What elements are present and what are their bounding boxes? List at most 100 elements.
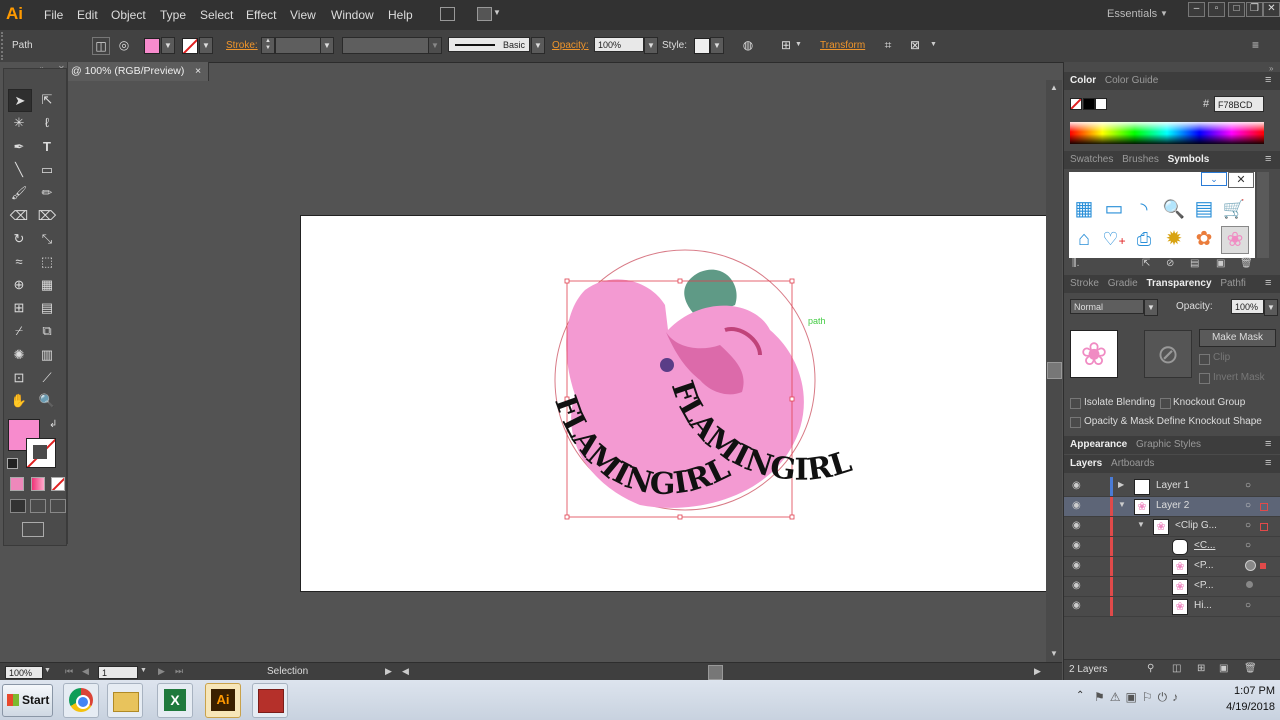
color-mode-icon[interactable] — [10, 477, 24, 491]
draw-inside-icon[interactable] — [50, 499, 66, 513]
explorer-taskbar-button[interactable] — [107, 683, 143, 718]
delete-layer-icon[interactable]: 🗑 — [1244, 663, 1257, 674]
selection-indicator[interactable] — [1260, 503, 1268, 511]
symbols-panel-menu-icon[interactable]: ≡ — [1265, 153, 1271, 165]
layer-name[interactable]: Hi... — [1194, 600, 1212, 611]
opacity-dropdown-icon[interactable]: ▼ — [644, 37, 658, 54]
target-filled-circle-icon[interactable] — [1245, 560, 1256, 571]
visibility-eye-icon[interactable]: ◉ — [1072, 480, 1081, 491]
mask-thumbnail-icon[interactable]: ⊘ — [1144, 330, 1192, 378]
symbol-options-icon[interactable]: ▤ — [1190, 258, 1199, 269]
variable-width-profile[interactable] — [342, 37, 430, 54]
workspace-dropdown-icon[interactable]: ▼ — [1160, 9, 1168, 18]
fill-dropdown-icon[interactable]: ▼ — [161, 37, 175, 54]
layer-row[interactable]: ◉ ▼ ❀ <Clip G... ○ — [1064, 517, 1280, 537]
tab-color-guide[interactable]: Color Guide — [1105, 75, 1158, 86]
vertical-scrollbar[interactable]: ▲ ▼ — [1046, 80, 1062, 662]
tab-artboards[interactable]: Artboards — [1111, 458, 1154, 469]
color-white-icon[interactable] — [1095, 98, 1107, 110]
home-icon[interactable]: ⌂ — [1071, 226, 1097, 252]
selection-tool-icon[interactable]: ➤ — [8, 89, 32, 112]
layer-row[interactable]: ◉ ❀ <P... — [1064, 577, 1280, 597]
visibility-eye-icon[interactable]: ◉ — [1072, 540, 1081, 551]
symbols-scrollbar[interactable] — [1257, 172, 1269, 258]
tab-gradient[interactable]: Gradie — [1108, 278, 1138, 289]
artboard-dropdown-icon[interactable]: ▼ — [140, 667, 147, 674]
current-tool-status[interactable]: Selection — [267, 666, 308, 677]
layer-row[interactable]: ◉ ❀ <P... — [1064, 557, 1280, 577]
selection-indicator[interactable] — [1260, 563, 1266, 569]
transparency-opacity-dropdown-icon[interactable]: ▼ — [1264, 299, 1278, 316]
scroll-left-icon[interactable]: ◀ — [402, 666, 409, 677]
screen-mode-icon[interactable] — [22, 522, 44, 537]
mesh-tool-icon[interactable]: ⊞ — [8, 297, 30, 318]
show-hidden-icons[interactable]: ⌃ — [1076, 690, 1084, 701]
tab-color[interactable]: Color — [1070, 75, 1096, 86]
lasso-tool-icon[interactable]: ℓ — [36, 112, 58, 133]
maximize-icon[interactable]: □ — [1228, 2, 1245, 17]
printer-icon[interactable]: ⎙ — [1131, 226, 1157, 252]
status-menu-icon[interactable]: ▶ — [385, 666, 392, 677]
scale-tool-icon[interactable]: ⤡ — [36, 228, 58, 249]
workspace-switcher[interactable]: Essentials — [1107, 8, 1157, 20]
tab-brushes[interactable]: Brushes — [1122, 154, 1159, 165]
excel-taskbar-button[interactable]: X — [157, 683, 193, 718]
arrange-documents-icon[interactable] — [477, 7, 492, 21]
stroke-weight-field[interactable] — [275, 37, 321, 54]
clip-checkbox[interactable] — [1199, 354, 1210, 365]
gradient-tool-icon[interactable]: ▤ — [36, 297, 58, 318]
cart-icon[interactable]: 🛒 — [1221, 196, 1247, 222]
layer-name[interactable]: Layer 2 — [1156, 500, 1189, 511]
scroll-down-icon[interactable]: ▼ — [1050, 649, 1058, 658]
last-artboard-icon[interactable]: ⏭ — [175, 666, 183, 677]
eraser-tool-icon[interactable]: ⌦ — [36, 205, 58, 226]
new-sublayer-icon[interactable]: ⊞ — [1197, 663, 1205, 674]
rss-icon[interactable]: ◝ — [1131, 196, 1157, 222]
opacity-field[interactable]: 100% — [594, 37, 644, 52]
layer-row[interactable]: ◉ ❀ Hi... ○ — [1064, 597, 1280, 617]
first-artboard-icon[interactable]: ⏮ — [65, 666, 73, 677]
layer-name[interactable]: <C... — [1194, 540, 1215, 551]
shape-builder-tool-icon[interactable]: ⊕ — [8, 274, 30, 295]
blend-tool-icon[interactable]: ⧉ — [36, 320, 58, 341]
blend-mode-dropdown-icon[interactable]: ▼ — [1144, 299, 1158, 316]
menu-file[interactable]: File — [44, 8, 63, 22]
brush-dropdown-icon[interactable]: ▼ — [531, 37, 545, 54]
blob-brush-tool-icon[interactable]: ⌫ — [8, 205, 30, 226]
appearance-panel-menu-icon[interactable]: ≡ — [1265, 438, 1271, 450]
tab-icon[interactable]: ▤ — [1191, 196, 1217, 222]
tab-pathfinder[interactable]: Pathfi — [1220, 278, 1246, 289]
new-layer-icon[interactable]: ▣ — [1219, 663, 1228, 674]
slice-tool-icon[interactable]: ⟋ — [36, 367, 58, 388]
artwork[interactable]: path FLAMINGIRL FLAMINGIRL — [540, 240, 940, 530]
stroke-none-swatch[interactable] — [182, 38, 198, 54]
layer-name[interactable]: <Clip G... — [1175, 520, 1217, 531]
color-black-icon[interactable] — [1083, 98, 1095, 110]
make-clipping-mask-icon[interactable]: ◫ — [1172, 663, 1181, 674]
menu-select[interactable]: Select — [200, 8, 233, 22]
artboard-number-field[interactable]: 1 — [98, 666, 138, 679]
layer-row[interactable]: ◉ ▼ ❀ Layer 2 ○ — [1064, 497, 1280, 517]
visibility-eye-icon[interactable]: ◉ — [1072, 520, 1081, 531]
visibility-eye-icon[interactable]: ◉ — [1072, 580, 1081, 591]
symbol-sprayer-tool-icon[interactable]: ✺ — [8, 344, 30, 365]
target-circle-icon[interactable]: ○ — [1245, 500, 1251, 511]
menu-view[interactable]: View — [290, 8, 316, 22]
document-tab[interactable]: @ 100% (RGB/Preview) × — [68, 62, 209, 81]
gerbera-icon[interactable]: ✿ — [1191, 226, 1217, 252]
transparency-opacity-field[interactable]: 100% — [1231, 299, 1264, 314]
stroke-weight-dropdown-icon[interactable]: ▼ — [320, 37, 334, 54]
previous-artboard-icon[interactable]: ◀ — [82, 666, 89, 677]
horizontal-scroll-thumb[interactable] — [708, 665, 723, 680]
tab-swatches[interactable]: Swatches — [1070, 154, 1113, 165]
expand-triangle-icon[interactable]: ▶ — [1118, 480, 1124, 489]
search-icon[interactable]: 🔍 — [1161, 196, 1187, 222]
tab-graphic-styles[interactable]: Graphic Styles — [1136, 439, 1201, 450]
illustrator-taskbar-button[interactable]: Ai — [205, 683, 241, 718]
menu-effect[interactable]: Effect — [246, 8, 276, 22]
close-icon[interactable]: ✕ — [1263, 2, 1280, 17]
paintbrush-tool-icon[interactable]: 🖌 — [8, 182, 30, 203]
pencil-tool-icon[interactable]: ✏ — [36, 182, 58, 203]
opacity-label[interactable]: Opacity: — [552, 40, 589, 51]
chevron-symbol-icon[interactable]: ⌄ — [1201, 172, 1227, 186]
